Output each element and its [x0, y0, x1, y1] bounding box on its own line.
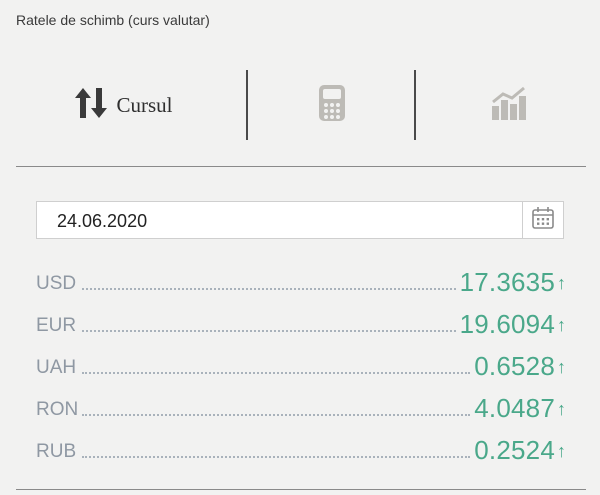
calendar-button[interactable] [522, 202, 563, 238]
bar-chart-icon [490, 86, 526, 125]
dotted-leader [82, 372, 471, 374]
tab-cursul-label: Cursul [116, 92, 173, 117]
rates-list: USD 17.3635 ↑ EUR 19.6094 ↑ UAH 0.6528 ↑… [36, 257, 566, 467]
currency-code: EUR [36, 315, 77, 336]
trend-up-icon: ↑ [557, 441, 566, 461]
currency-code: UAH [36, 357, 77, 378]
currency-code: USD [36, 273, 77, 294]
rate-value: 4.0487 [474, 393, 555, 423]
tab-chart[interactable] [416, 70, 600, 140]
date-field[interactable]: 24.06.2020 [36, 201, 564, 239]
section-divider [16, 166, 586, 167]
trend-up-icon: ↑ [557, 273, 566, 293]
dotted-leader [82, 414, 471, 416]
rate-row-usd: USD 17.3635 ↑ [36, 257, 566, 299]
calculator-icon [318, 84, 345, 126]
dotted-leader [82, 330, 456, 332]
rate-value: 0.2524 [474, 435, 555, 465]
trend-up-icon: ↑ [557, 399, 566, 419]
currency-code: RUB [36, 441, 77, 462]
rate-value: 0.6528 [474, 351, 555, 381]
rate-row-rub: RUB 0.2524 ↑ [36, 425, 566, 467]
date-input-value[interactable]: 24.06.2020 [57, 202, 147, 240]
dotted-leader [82, 288, 456, 290]
currency-code: RON [36, 399, 79, 420]
tab-calculator[interactable] [248, 70, 415, 140]
dotted-leader [82, 456, 471, 458]
rate-row-ron: RON 4.0487 ↑ [36, 383, 566, 425]
tab-cursul[interactable]: Cursul [0, 70, 247, 140]
section-divider [16, 489, 586, 490]
rate-row-eur: EUR 19.6094 ↑ [36, 299, 566, 341]
rate-value: 19.6094 [459, 309, 555, 339]
rate-value: 17.3635 [459, 267, 555, 297]
rate-row-uah: UAH 0.6528 ↑ [36, 341, 566, 383]
trend-up-icon: ↑ [557, 357, 566, 377]
calendar-icon [532, 206, 554, 234]
sort-arrows-icon [74, 87, 108, 124]
page-title: Ratele de schimb (curs valutar) [16, 12, 210, 28]
trend-up-icon: ↑ [557, 315, 566, 335]
tab-bar: Cursul [0, 70, 600, 140]
